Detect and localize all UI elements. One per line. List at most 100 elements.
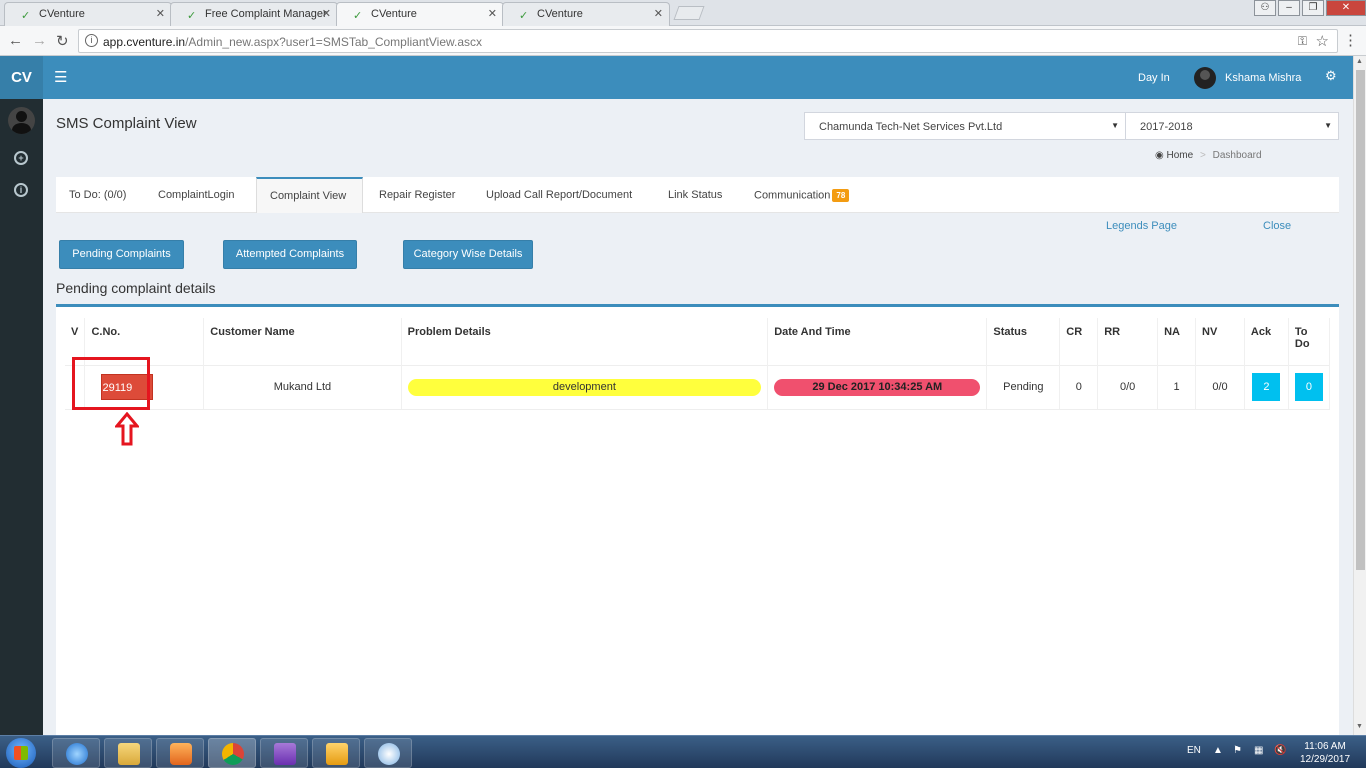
close-window-icon[interactable]: ✕ <box>1326 0 1366 16</box>
reload-icon[interactable]: ↻ <box>56 32 69 50</box>
visual-studio-icon <box>274 743 296 765</box>
main-content: SMS Complaint View Chamunda Tech-Net Ser… <box>43 99 1353 735</box>
tab-todo[interactable]: To Do: (0/0) <box>69 177 126 213</box>
taskbar-file-explorer[interactable] <box>104 738 152 768</box>
col-header-rr[interactable]: RR <box>1097 318 1159 365</box>
browser-tab-1[interactable]: ✓ CVenture ✕ <box>4 2 172 26</box>
sidebar-user-avatar[interactable] <box>8 107 35 134</box>
taskbar-paint[interactable] <box>364 738 412 768</box>
todo-button[interactable]: 0 <box>1294 373 1323 401</box>
cell-status: Pending <box>986 364 1061 410</box>
dashboard-icon: ◉ <box>1155 150 1164 161</box>
cell-todo: 0 <box>1288 364 1331 410</box>
company-select[interactable]: Chamunda Tech-Net Services Pvt.Ltd ▼ <box>804 112 1126 140</box>
taskbar-outlook[interactable] <box>312 738 360 768</box>
cell-problem: development <box>401 364 769 410</box>
browser-tab-title: Free Complaint Manager <box>205 8 327 20</box>
category-wise-details-button[interactable]: Category Wise Details <box>403 240 533 269</box>
site-info-icon[interactable]: i <box>85 34 98 47</box>
volume-muted-icon[interactable]: 🔇 <box>1274 745 1286 756</box>
url-path: /Admin_new.aspx?user1=SMSTab_CompliantVi… <box>185 35 483 49</box>
minimize-icon[interactable]: – <box>1278 0 1300 16</box>
attempted-complaints-button[interactable]: Attempted Complaints <box>223 240 357 269</box>
cventure-favicon-icon: ✓ <box>353 10 363 22</box>
network-icon[interactable]: ▦ <box>1254 745 1263 756</box>
chevron-down-icon: ▼ <box>1324 121 1332 130</box>
legends-page-link[interactable]: Legends Page <box>1106 220 1177 232</box>
col-header-status[interactable]: Status <box>986 318 1061 365</box>
support-lifebuoy-icon[interactable]: + <box>14 151 28 165</box>
hamburger-menu-icon[interactable]: ☰ <box>54 68 67 86</box>
taskbar-chrome[interactable] <box>208 738 256 768</box>
col-header-nv[interactable]: NV <box>1195 318 1245 365</box>
taskbar-media-player[interactable] <box>156 738 204 768</box>
scroll-down-icon[interactable]: ▼ <box>1356 723 1363 730</box>
tab-upload-call-report[interactable]: Upload Call Report/Document <box>486 177 632 213</box>
cell-nv: 0/0 <box>1195 364 1245 410</box>
user-profile-icon[interactable]: ⚇ <box>1254 0 1276 16</box>
tab-complaint-login[interactable]: ComplaintLogin <box>158 177 234 213</box>
year-select[interactable]: 2017-2018 ▼ <box>1125 112 1339 140</box>
paint-icon <box>378 743 400 765</box>
browser-tab-2[interactable]: ✓ Free Complaint Manager ✕ <box>170 2 338 26</box>
settings-cogs-icon[interactable]: ⚙ <box>1325 68 1337 84</box>
chevron-down-icon: ▼ <box>1111 121 1119 130</box>
tab-complaint-view[interactable]: Complaint View <box>256 177 363 213</box>
highlight-box <box>72 357 150 410</box>
browser-menu-icon[interactable]: ⋮ <box>1343 31 1358 49</box>
breadcrumb-home[interactable]: Home <box>1167 150 1194 161</box>
new-tab-button[interactable] <box>673 6 705 20</box>
bookmark-star-icon[interactable]: ☆ <box>1316 32 1329 50</box>
close-tab-icon[interactable]: ✕ <box>156 7 165 20</box>
close-tab-icon[interactable]: ✕ <box>322 7 331 20</box>
tab-repair-register[interactable]: Repair Register <box>379 177 455 213</box>
action-center-flag-icon[interactable]: ⚑ <box>1233 745 1242 756</box>
col-header-customer[interactable]: Customer Name <box>203 318 402 365</box>
app-logo[interactable]: CV <box>0 56 43 99</box>
browser-tab-3[interactable]: ✓ CVenture ✕ <box>336 2 504 27</box>
close-tab-icon[interactable]: ✕ <box>654 7 663 20</box>
window-controls: ⚇ – ❐ ✕ <box>1252 0 1366 18</box>
page-title: SMS Complaint View <box>56 115 197 132</box>
ack-button[interactable]: 2 <box>1252 373 1281 401</box>
system-clock[interactable]: 11:06 AM 12/29/2017 <box>1300 740 1350 766</box>
tab-link-status[interactable]: Link Status <box>668 177 722 213</box>
close-tab-icon[interactable]: ✕ <box>488 7 497 20</box>
maximize-icon[interactable]: ❐ <box>1302 0 1324 16</box>
day-in-link[interactable]: Day In <box>1138 72 1170 84</box>
col-header-cr[interactable]: CR <box>1059 318 1099 365</box>
tray-expand-icon[interactable]: ▲ <box>1213 745 1223 756</box>
user-name[interactable]: Kshama Mishra <box>1225 72 1301 84</box>
cell-customer: Mukand Ltd <box>203 364 402 410</box>
url-input[interactable]: i app.cventure.in/Admin_new.aspx?user1=S… <box>78 29 1338 53</box>
internet-explorer-icon <box>66 743 88 765</box>
col-header-na[interactable]: NA <box>1157 318 1197 365</box>
nav-tabs: To Do: (0/0) ComplaintLogin Complaint Vi… <box>56 177 1339 213</box>
language-indicator[interactable]: EN <box>1187 745 1201 756</box>
info-icon[interactable]: i <box>14 183 28 197</box>
back-arrow-icon[interactable]: ← <box>8 32 23 49</box>
scroll-up-icon[interactable]: ▲ <box>1356 58 1363 65</box>
browser-tab-4[interactable]: ✓ CVenture ✕ <box>502 2 670 26</box>
clock-time: 11:06 AM <box>1304 741 1346 752</box>
browser-tabstrip: ✓ CVenture ✕ ✓ Free Complaint Manager ✕ … <box>0 0 1366 27</box>
vertical-scrollbar[interactable]: ▲ ▼ <box>1353 56 1366 735</box>
date-time-pill: 29 Dec 2017 10:34:25 AM <box>774 378 981 396</box>
user-avatar[interactable] <box>1194 67 1216 89</box>
start-button[interactable] <box>6 738 36 768</box>
folder-icon <box>118 743 140 765</box>
pending-complaints-button[interactable]: Pending Complaints <box>59 240 184 269</box>
company-select-value: Chamunda Tech-Net Services Pvt.Ltd <box>819 121 1003 133</box>
forward-arrow-icon[interactable]: → <box>32 32 47 49</box>
col-header-todo[interactable]: To Do <box>1288 318 1331 365</box>
close-link[interactable]: Close <box>1263 220 1291 232</box>
col-header-datetime[interactable]: Date And Time <box>767 318 988 365</box>
col-header-ack[interactable]: Ack <box>1244 318 1289 365</box>
taskbar-visual-studio[interactable] <box>260 738 308 768</box>
key-icon[interactable]: ⚿ <box>1298 34 1307 49</box>
taskbar-internet-explorer[interactable] <box>52 738 100 768</box>
cventure-favicon-icon: ✓ <box>519 10 529 22</box>
tab-communication[interactable]: Communication 78 <box>754 177 850 213</box>
col-header-problem[interactable]: Problem Details <box>401 318 769 365</box>
scrollbar-thumb[interactable] <box>1356 70 1365 570</box>
